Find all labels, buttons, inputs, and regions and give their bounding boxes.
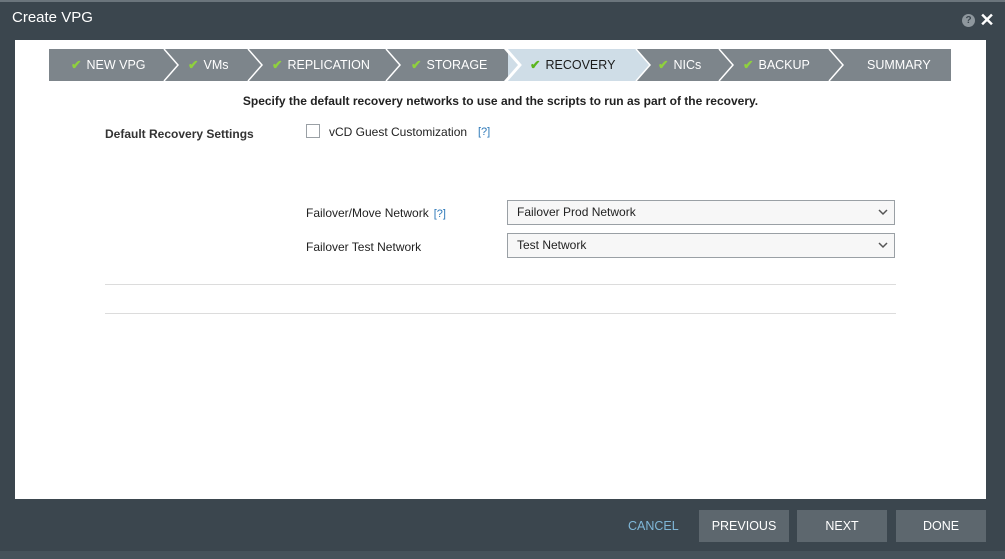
step-label: NICs <box>673 58 702 72</box>
close-icon[interactable]: ✕ <box>979 10 995 30</box>
step-summary[interactable]: SUMMARY <box>831 49 951 81</box>
failover-move-network-select[interactable]: Failover Prod Network <box>507 200 895 225</box>
step-label: REPLICATION <box>287 58 370 72</box>
check-icon: ✔ <box>530 58 541 72</box>
wizard-steps: ✔ NEW VPG ✔ VMs ✔ REPLICATION ✔ STORAGE ✔ REC… <box>49 49 951 81</box>
guest-customization-help-link[interactable]: [?] <box>478 126 490 138</box>
recovery-subtitle: Specify the default recovery networks to… <box>242 94 759 108</box>
step-replication[interactable]: ✔ REPLICATION <box>250 49 388 81</box>
step-label: VMs <box>203 58 229 72</box>
chevron-down-icon <box>878 234 888 266</box>
step-new-vpg[interactable]: ✔ NEW VPG <box>49 49 166 81</box>
check-icon: ✔ <box>71 58 82 72</box>
help-icon[interactable]: ? <box>962 14 975 27</box>
step-storage[interactable]: ✔ STORAGE <box>388 49 508 81</box>
step-label: STORAGE <box>426 58 488 72</box>
step-label: RECOVERY <box>545 58 616 72</box>
check-icon: ✔ <box>658 58 669 72</box>
failover-move-network-label-text: Failover/Move Network <box>306 206 429 220</box>
previous-button[interactable]: PREVIOUS <box>699 510 789 542</box>
step-separator-icon <box>718 49 734 81</box>
check-icon: ✔ <box>272 58 283 72</box>
step-recovery[interactable]: ✔ RECOVERY <box>508 49 636 81</box>
chevron-down-icon <box>878 201 888 233</box>
guest-customization-label: vCD Guest Customization <box>329 125 468 139</box>
step-label: NEW VPG <box>86 58 146 72</box>
check-icon: ✔ <box>743 58 754 72</box>
done-button[interactable]: DONE <box>896 510 986 542</box>
default-recovery-settings-label: Default Recovery Settings <box>105 127 254 141</box>
divider <box>105 284 896 285</box>
titlebar: Create VPG ? ✕ <box>0 2 1005 38</box>
step-separator-icon <box>504 49 524 81</box>
failover-move-network-label: Failover/Move Network [?] <box>306 206 446 220</box>
create-vpg-dialog: Create VPG ? ✕ ✔ NEW VPG ✔ VMs ✔ REPLICATIO… <box>0 0 1005 559</box>
step-backup[interactable]: ✔ BACKUP <box>721 49 831 81</box>
dialog-title: Create VPG <box>12 9 93 26</box>
step-separator-icon <box>385 49 401 81</box>
step-separator-icon <box>632 49 651 81</box>
step-separator-icon <box>828 49 844 81</box>
next-button[interactable]: NEXT <box>797 510 887 542</box>
cancel-button[interactable]: CANCEL <box>628 519 679 533</box>
guest-customization-checkbox[interactable] <box>306 124 320 138</box>
dialog-content: ✔ NEW VPG ✔ VMs ✔ REPLICATION ✔ STORAGE ✔ REC… <box>15 40 986 499</box>
step-label: SUMMARY <box>867 58 931 72</box>
step-separator-icon <box>163 49 179 81</box>
step-label: BACKUP <box>758 58 810 72</box>
failover-test-network-label: Failover Test Network <box>306 240 422 254</box>
bottom-strip <box>0 551 1005 559</box>
step-separator-icon <box>247 49 263 81</box>
failover-test-network-select[interactable]: Test Network <box>507 233 895 258</box>
failover-move-help-link[interactable]: [?] <box>434 208 446 220</box>
check-icon: ✔ <box>411 58 422 72</box>
check-icon: ✔ <box>188 58 199 72</box>
failover-test-network-value: Test Network <box>517 238 587 252</box>
divider <box>105 313 896 314</box>
failover-move-network-value: Failover Prod Network <box>517 205 636 219</box>
